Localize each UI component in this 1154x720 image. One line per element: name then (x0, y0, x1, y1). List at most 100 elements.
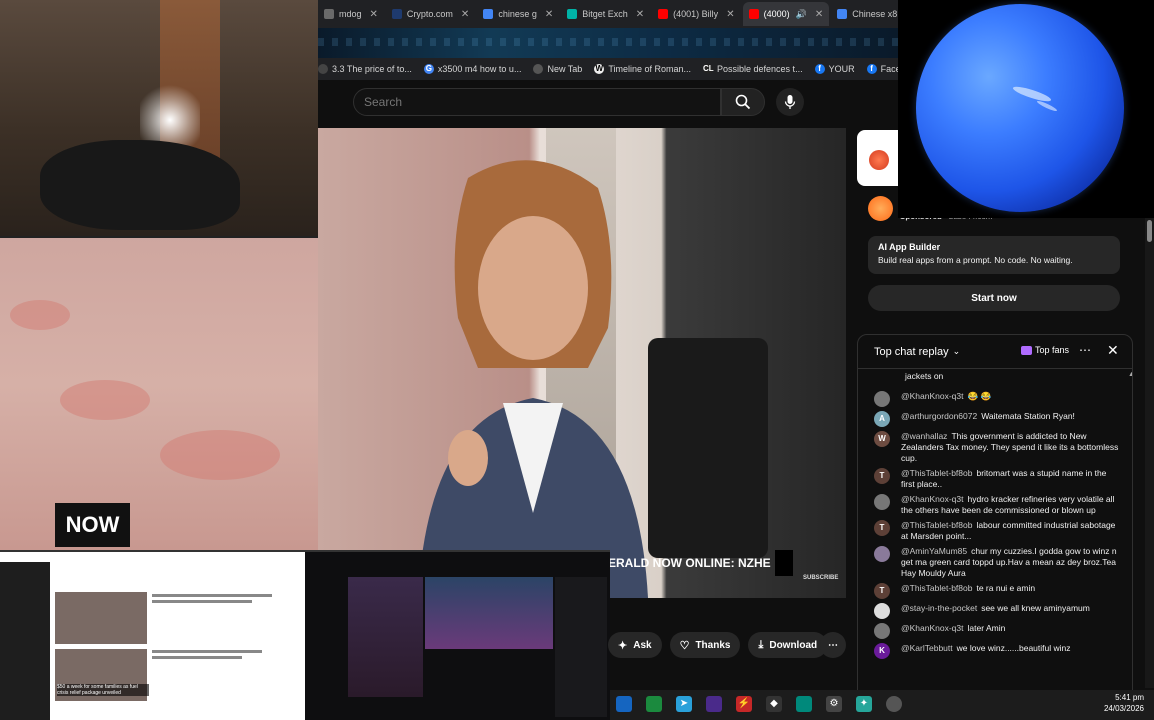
close-tab-icon[interactable]: ✕ (815, 9, 823, 20)
chat-message[interactable]: @KhanKnox-q3t later Amin (858, 621, 1128, 641)
telegram-icon[interactable]: ➤ (676, 696, 692, 712)
speaker-icon[interactable]: 🔊 (796, 9, 807, 20)
bookmark-item[interactable]: W Timeline of Roman... (594, 64, 691, 74)
chat-message[interactable]: jackets on (858, 369, 1128, 389)
top-fans-button[interactable]: Top fans (1021, 345, 1069, 355)
chat-mode-dropdown[interactable]: Top chat replay (874, 346, 949, 358)
ad-text-box[interactable]: AI App Builder Build real apps from a pr… (868, 236, 1120, 274)
browser-tab[interactable]: (4000) 🔊 ✕ (742, 2, 830, 26)
avatar[interactable] (874, 546, 890, 562)
app-icon-teal[interactable] (796, 696, 812, 712)
chat-message[interactable]: @stay-in-the-pocket see we all knew aminy… (858, 601, 1128, 621)
tab-label: (4001) Billy (673, 9, 719, 19)
chat-author[interactable]: @ThisTablet-bf8ob (901, 520, 972, 530)
app-icon-round[interactable] (886, 696, 902, 712)
chat-message[interactable]: @AminYaMum85 chur my cuzzies.I godda gow … (858, 544, 1128, 581)
chat-message-body: @ThisTablet-bf8ob labour committed indust… (901, 520, 1120, 542)
close-tab-icon[interactable]: ✕ (726, 9, 734, 20)
close-chat-icon[interactable]: ✕ (1107, 342, 1119, 359)
chat-message[interactable]: T @ThisTablet-bf8ob te ra nui e amin (858, 581, 1128, 601)
avatar[interactable] (874, 371, 890, 387)
chat-author[interactable]: @KhanKnox-q3t (901, 391, 964, 401)
browser-tab[interactable]: chinese g ✕ (477, 2, 559, 26)
avatar[interactable]: T (874, 468, 890, 484)
browser-tab[interactable]: (4001) Billy ✕ (652, 2, 740, 26)
bookmark-item[interactable]: Gx3500 m4 how to u... (423, 64, 521, 74)
app-icon-blue[interactable] (616, 696, 632, 712)
bookmark-item[interactable]: New Tab (533, 64, 582, 74)
search-button[interactable] (721, 88, 765, 116)
settings-icon[interactable]: ⚙ (826, 696, 842, 712)
avatar[interactable] (874, 603, 890, 619)
chat-author[interactable]: @AminYaMum85 (901, 546, 967, 556)
avatar[interactable] (874, 494, 890, 510)
app-icon-green[interactable] (646, 696, 662, 712)
chat-author[interactable]: @arthurgordon6072 (901, 411, 977, 421)
sparkle-icon: ✦ (618, 639, 628, 652)
app-icon-red[interactable]: ⚡ (736, 696, 752, 712)
chat-message[interactable]: K @KarlTebbutt we love winz......beautiful… (858, 641, 1128, 661)
chat-author[interactable]: @KhanKnox-q3t (901, 494, 964, 504)
bookmark-item[interactable]: CL Possible defences t... (703, 64, 803, 74)
video-player[interactable] (318, 128, 846, 598)
bookmark-item[interactable]: fFacebook green (866, 64, 898, 74)
ad-card[interactable] (857, 130, 899, 186)
search-box[interactable] (353, 88, 721, 116)
chat-author[interactable]: @KhanKnox-q3t (901, 623, 964, 633)
tab-favicon-icon (748, 9, 759, 19)
avatar[interactable] (874, 623, 890, 639)
bookmark-item[interactable]: f YOUR (814, 64, 855, 74)
chat-author[interactable]: @ThisTablet-bf8ob (901, 468, 972, 478)
browser-tab[interactable]: mdog ✕ (318, 2, 384, 26)
chat-scrollbar[interactable]: ▲ (1128, 369, 1132, 719)
avatar[interactable]: A (874, 411, 890, 427)
presenter (418, 160, 648, 598)
chat-author[interactable]: @KarlTebbutt (901, 643, 953, 653)
chat-text: later Amin (967, 623, 1006, 633)
browser-tab[interactable]: Crypto.com ✕ (386, 2, 475, 26)
close-tab-icon[interactable]: ✕ (636, 9, 644, 20)
gamepad-icon[interactable]: ◆ (766, 696, 782, 712)
page-scrollbar[interactable] (1145, 218, 1154, 688)
chat-message[interactable]: @KhanKnox-q3t hydro kracker refineries ve… (858, 492, 1128, 518)
search-input[interactable] (354, 89, 720, 115)
app-icon-purple[interactable] (706, 696, 722, 712)
browser-tab[interactable]: Bitget Exch ✕ (561, 2, 650, 26)
start-now-button[interactable]: Start now (868, 285, 1120, 311)
avatar[interactable]: T (874, 583, 890, 599)
more-actions-button[interactable]: ⋯ (820, 632, 846, 658)
download-button[interactable]: ⤓ Download (748, 632, 828, 658)
avatar[interactable]: K (874, 643, 890, 659)
chat-message[interactable]: @KhanKnox-q3t 😂 😂 (858, 389, 1128, 409)
thanks-button[interactable]: ♡ Thanks (669, 632, 741, 658)
app-icon-cyan[interactable]: ✦ (856, 696, 872, 712)
chat-message[interactable]: A @arthurgordon6072 Waitemata Station Ryan… (858, 409, 1128, 429)
taskbar-clock[interactable]: 5:41 pm 24/03/2026 (1094, 692, 1144, 714)
close-tab-icon[interactable]: ✕ (461, 9, 469, 20)
bookmark-item[interactable]: 3.3 The price of to... (318, 64, 412, 74)
chat-author[interactable]: @stay-in-the-pocket (901, 603, 977, 613)
chat-author[interactable]: @ThisTablet-bf8ob (901, 583, 972, 593)
bookmark-label: 3.3 The price of to... (332, 64, 412, 74)
tab-label: Chinese x8 (852, 9, 898, 19)
avatar[interactable]: W (874, 431, 890, 447)
avatar[interactable] (874, 391, 890, 407)
browser-tab[interactable]: Chinese x8✕ (831, 2, 898, 26)
voice-search-button[interactable] (776, 88, 804, 116)
clock-time: 5:41 pm (1115, 693, 1144, 702)
close-tab-icon[interactable]: ✕ (370, 9, 378, 20)
avatar[interactable]: T (874, 520, 890, 536)
close-tab-icon[interactable]: ✕ (545, 9, 553, 20)
screen: NOW mdog ✕ Crypto.com ✕ chinese g ✕ Bitget Exc… (0, 0, 1154, 720)
chat-message[interactable]: W @wanhallaz This government is addicted t… (858, 429, 1128, 466)
chat-more-icon[interactable]: ⋯ (1079, 343, 1091, 357)
mic-icon (784, 95, 796, 109)
chat-message[interactable]: T @ThisTablet-bf8ob labour committed indus… (858, 518, 1128, 544)
desktop-capture-overlay: $50 a week for some families as fuel cri… (0, 550, 610, 720)
ask-button[interactable]: ✦ Ask (608, 632, 662, 658)
chat-message[interactable]: T @ThisTablet-bf8ob britomart was a stupid… (858, 466, 1128, 492)
chat-message-body: @stay-in-the-pocket see we all knew aminy… (901, 603, 1120, 619)
chat-author[interactable]: @wanhallaz (901, 431, 947, 441)
webcam-overlay (0, 0, 318, 238)
action-label: Thanks (695, 639, 731, 651)
